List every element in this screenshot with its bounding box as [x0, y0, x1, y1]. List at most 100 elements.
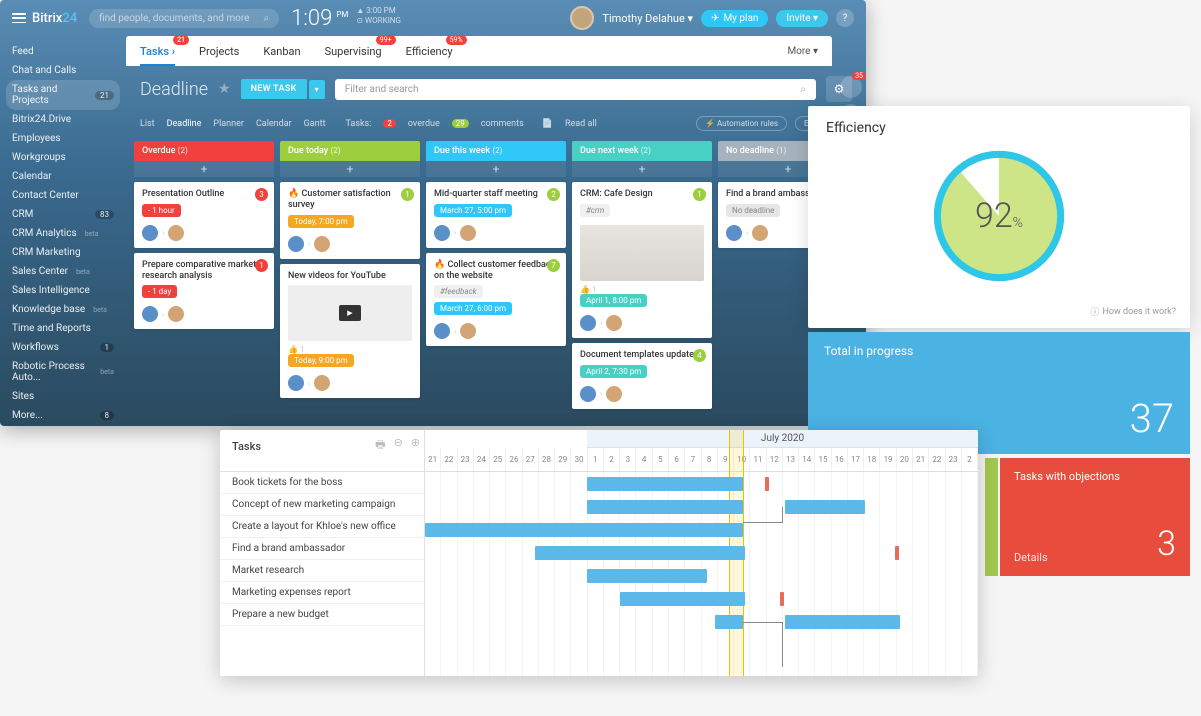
- add-card-button[interactable]: +: [426, 161, 566, 177]
- gantt-task-row[interactable]: Find a brand ambassador: [220, 538, 424, 560]
- zoom-in-icon[interactable]: ⊕: [411, 436, 420, 455]
- subtab-calendar[interactable]: Calendar: [256, 119, 292, 129]
- sidebar-item[interactable]: Sites: [0, 387, 126, 406]
- gantt-panel: 🖶 ⊖ ⊕ Tasks Book tickets for the bossCon…: [220, 430, 978, 676]
- tab[interactable]: Efficiency59%: [406, 45, 453, 58]
- add-card-button[interactable]: +: [572, 161, 712, 177]
- gantt-task-row[interactable]: Concept of new marketing campaign: [220, 494, 424, 516]
- gantt-day: 25: [490, 448, 506, 470]
- gantt-task-row[interactable]: Marketing expenses report: [220, 582, 424, 604]
- new-task-dropdown[interactable]: ▾: [309, 80, 325, 99]
- efficiency-panel: Efficiency 92% ⓘ How does it work?: [808, 106, 1190, 328]
- subtab-planner[interactable]: Planner: [213, 119, 244, 129]
- new-task-button[interactable]: NEW TASK: [241, 79, 307, 99]
- gantt-bar[interactable]: [535, 546, 745, 560]
- print-icon[interactable]: 🖶: [375, 436, 385, 455]
- star-icon[interactable]: ★: [218, 81, 231, 97]
- gantt-task-row[interactable]: Book tickets for the boss: [220, 472, 424, 494]
- zoom-out-icon[interactable]: ⊖: [394, 436, 403, 455]
- sidebar-item[interactable]: Workgroups: [0, 148, 126, 167]
- details-link[interactable]: Details: [1014, 551, 1048, 564]
- sidebar-item[interactable]: Knowledge basebeta: [0, 300, 126, 319]
- kanban-card[interactable]: 🔥 Customer satisfaction survey1Today, 7:…: [280, 182, 420, 259]
- user-name[interactable]: Timothy Delahue ▾: [602, 12, 693, 25]
- subtab-gantt[interactable]: Gantt: [304, 119, 326, 129]
- gantt-bar[interactable]: [587, 477, 743, 491]
- add-card-button[interactable]: +: [134, 161, 274, 177]
- kanban-card[interactable]: Mid-quarter staff meeting2March 27, 5:00…: [426, 182, 566, 248]
- kanban-card[interactable]: 🔥 Collect customer feedback on the websi…: [426, 253, 566, 347]
- sidebar-item[interactable]: CRM Marketing: [0, 243, 126, 262]
- column-header[interactable]: Due this week (2): [426, 141, 566, 161]
- my-plan-button[interactable]: ✈ My plan: [701, 10, 768, 27]
- sidebar-item[interactable]: CRM Analyticsbeta: [0, 224, 126, 243]
- kanban-card[interactable]: Prepare comparative market research anal…: [134, 253, 274, 330]
- sidebar-item[interactable]: Feed: [0, 42, 126, 61]
- sidebar-item[interactable]: Tasks and Projects21: [6, 80, 120, 110]
- gantt-day: 16: [832, 448, 848, 470]
- user-avatar[interactable]: [570, 6, 594, 30]
- tab[interactable]: Supervising99+: [325, 45, 382, 58]
- gantt-day: 4: [636, 448, 652, 470]
- sidebar-item[interactable]: Sales Intelligence: [0, 281, 126, 300]
- sidebar-item[interactable]: Robotic Process Auto...beta: [0, 357, 126, 387]
- gantt-day: 3: [620, 448, 636, 470]
- subtab-deadline[interactable]: Deadline: [167, 119, 202, 129]
- gantt-task-row[interactable]: Prepare a new budget: [220, 604, 424, 626]
- logo[interactable]: Bitrix24: [12, 11, 77, 26]
- kanban-card[interactable]: Presentation Outline3- 1 hour›: [134, 182, 274, 248]
- gantt-task-row[interactable]: Market research: [220, 560, 424, 582]
- gantt-day: 14: [799, 448, 815, 470]
- tabs-more[interactable]: More ▾: [787, 46, 818, 57]
- kanban-card[interactable]: New videos for YouTube▶👍 1Today, 9:00 pm…: [280, 264, 420, 399]
- global-search[interactable]: find people, documents, and more ⌕: [89, 9, 279, 28]
- subtab-list[interactable]: List: [140, 119, 155, 129]
- tab[interactable]: Kanban: [263, 45, 300, 58]
- column-header[interactable]: Due next week (2): [572, 141, 712, 161]
- filter-search[interactable]: Filter and search ⌕: [335, 79, 816, 100]
- user-area: Timothy Delahue ▾ ✈ My plan Invite ▾ ?: [570, 6, 854, 30]
- sidebar-item[interactable]: Workflows1: [0, 338, 126, 357]
- sidebar-item[interactable]: Sales Centerbeta: [0, 262, 126, 281]
- gantt-task-row[interactable]: Create a layout for Khloe's new office: [220, 516, 424, 538]
- tab[interactable]: Tasks ›21: [140, 45, 175, 66]
- gantt-bar[interactable]: [715, 615, 743, 629]
- gantt-bar[interactable]: [587, 569, 707, 583]
- kanban-card[interactable]: CRM: Cafe Design1#crm👍 1April 1, 8:00 pm…: [572, 182, 712, 338]
- sidebar-item[interactable]: Bitrix24.Drive: [0, 110, 126, 129]
- gantt-timeline[interactable]: July 2020 212223242526272829301234567891…: [425, 430, 978, 676]
- sitemap-link[interactable]: SITEMAP: [0, 425, 126, 426]
- sidebar-item[interactable]: Time and Reports: [0, 319, 126, 338]
- how-does-it-work-link[interactable]: ⓘ How does it work?: [1090, 305, 1176, 318]
- read-all-link[interactable]: Read all: [565, 119, 597, 129]
- kanban-card[interactable]: Document templates updates4April 2, 7:30…: [572, 343, 712, 409]
- gantt-bar[interactable]: [620, 592, 745, 606]
- sidebar-item[interactable]: Chat and Calls: [0, 61, 126, 80]
- sidebar-item[interactable]: Employees: [0, 129, 126, 148]
- gantt-day: 22: [929, 448, 945, 470]
- gantt-day: 19: [880, 448, 896, 470]
- tab[interactable]: Projects: [199, 45, 239, 58]
- sidebar-item[interactable]: Calendar: [0, 167, 126, 186]
- gantt-bar[interactable]: [785, 500, 865, 514]
- gantt-day: 29: [555, 448, 571, 470]
- kanban-column: Due today (2)+ 🔥 Customer satisfaction su…: [280, 141, 420, 409]
- column-header[interactable]: Due today (2): [280, 141, 420, 161]
- gantt-day: 15: [815, 448, 831, 470]
- sidebar-item[interactable]: CRM83: [0, 205, 126, 224]
- gantt-day: 1: [588, 448, 604, 470]
- add-card-button[interactable]: +: [280, 161, 420, 177]
- gantt-bar[interactable]: [785, 615, 900, 629]
- automation-button[interactable]: ⚡ Automation rules: [696, 116, 787, 131]
- bitrix-app-window: Bitrix24 find people, documents, and mor…: [0, 0, 866, 426]
- gantt-day: 2: [962, 448, 978, 470]
- column-header[interactable]: Overdue (2): [134, 141, 274, 161]
- help-icon[interactable]: ?: [836, 9, 854, 27]
- gantt-bar[interactable]: [425, 523, 743, 537]
- sidebar-item[interactable]: More...8: [0, 406, 126, 425]
- gantt-bar[interactable]: [587, 500, 743, 514]
- notif-icon[interactable]: 35: [840, 76, 862, 98]
- invite-button[interactable]: Invite ▾: [776, 10, 828, 27]
- sidebar-item[interactable]: Contact Center: [0, 186, 126, 205]
- menu-icon[interactable]: [12, 13, 26, 23]
